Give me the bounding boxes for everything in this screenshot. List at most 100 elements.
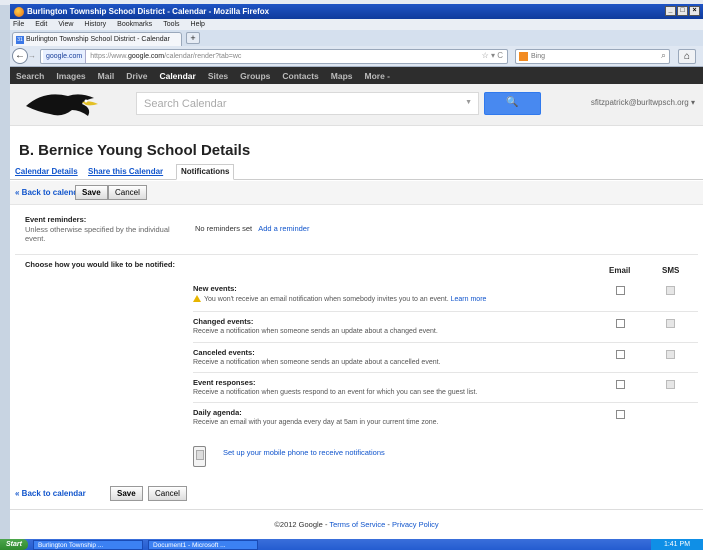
daily-agenda-email-checkbox[interactable]: [616, 410, 625, 419]
search-icon: 🔍: [506, 97, 519, 108]
tab-notifications[interactable]: Notifications: [176, 164, 235, 180]
window-title: Burlington Township School District - Ca…: [27, 7, 270, 16]
new-events-email-checkbox[interactable]: [616, 286, 625, 295]
event-desc: Receive a notification when someone send…: [193, 328, 438, 335]
browser-search-box[interactable]: Bing ⌕: [515, 49, 670, 64]
google-bar: Search Images Mail Drive Calendar Sites …: [10, 67, 703, 84]
row-divider: [193, 342, 698, 343]
back-to-calendar-link[interactable]: « Back to calendar: [15, 489, 86, 498]
tab-calendar-details[interactable]: Calendar Details: [15, 167, 78, 176]
page-footer: ©2012 Google - Terms of Service - Privac…: [10, 509, 703, 539]
canceled-events-sms-checkbox[interactable]: [666, 350, 675, 359]
gbar-groups[interactable]: Groups: [240, 71, 270, 81]
page-title: B. Bernice Young School Details: [19, 142, 251, 159]
section-divider: [15, 254, 698, 255]
sms-column-header: SMS: [662, 266, 680, 275]
windows-taskbar: Start Burlington Township ... Document1 …: [0, 539, 703, 550]
menu-history[interactable]: History: [84, 21, 106, 28]
bottom-action-row: « Back to calendar Save Cancel: [10, 482, 703, 506]
menu-bookmarks[interactable]: Bookmarks: [117, 21, 152, 28]
system-clock: 1:41 PM: [651, 539, 703, 550]
event-responses-email-checkbox[interactable]: [616, 380, 625, 389]
account-menu[interactable]: sfitzpatrick@burltwpsch.org ▾: [591, 98, 695, 107]
taskbar-item-firefox[interactable]: Burlington Township ...: [32, 539, 143, 550]
taskbar-item-word[interactable]: Document1 - Microsoft ...: [147, 539, 258, 550]
new-tab-button[interactable]: +: [186, 32, 200, 44]
top-action-row: « Back to calendar Save Cancel: [10, 181, 703, 205]
gbar-search[interactable]: Search: [16, 71, 44, 81]
details-tabs: Calendar Details Share this Calendar Not…: [10, 164, 703, 180]
start-button[interactable]: Start: [0, 539, 28, 550]
warning-icon: [193, 295, 201, 302]
event-desc: You won't receive an email notification …: [193, 295, 693, 303]
minimize-icon[interactable]: _: [665, 6, 676, 16]
footer-dash: -: [387, 520, 390, 529]
save-button[interactable]: Save: [110, 486, 143, 501]
window-titlebar[interactable]: Burlington Township School District - Ca…: [10, 4, 703, 19]
forward-arrow-icon[interactable]: →: [28, 51, 38, 61]
save-button[interactable]: Save: [75, 185, 108, 200]
learn-more-link[interactable]: Learn more: [451, 296, 487, 303]
tab-strip: 31 Burlington Township School District -…: [10, 30, 703, 46]
school-eagle-logo-icon[interactable]: [24, 88, 102, 122]
gbar-sites[interactable]: Sites: [208, 71, 228, 81]
event-reminders-label: Event reminders:: [25, 215, 87, 224]
bing-icon: [519, 52, 528, 61]
gbar-maps[interactable]: Maps: [331, 71, 353, 81]
row-divider: [193, 372, 698, 373]
menu-help[interactable]: Help: [191, 21, 205, 28]
terms-link[interactable]: Terms of Service: [329, 520, 385, 529]
notify-label: Choose how you would like to be notified…: [25, 260, 175, 269]
event-reminders-hint: Unless otherwise specified by the indivi…: [25, 225, 170, 243]
url-bar[interactable]: google.com https://www.google.com/calend…: [40, 49, 508, 64]
changed-events-email-checkbox[interactable]: [616, 319, 625, 328]
calendar-search-button[interactable]: 🔍: [484, 92, 541, 115]
browser-tab[interactable]: 31 Burlington Township School District -…: [12, 32, 182, 46]
changed-events-sms-checkbox[interactable]: [666, 319, 675, 328]
gbar-contacts[interactable]: Contacts: [282, 71, 318, 81]
tab-share-calendar[interactable]: Share this Calendar: [88, 167, 163, 176]
no-reminders-text: No reminders set: [195, 224, 253, 233]
gbar-mail[interactable]: Mail: [98, 71, 115, 81]
setup-mobile-link[interactable]: Set up your mobile phone to receive noti…: [223, 448, 385, 457]
home-icon[interactable]: ⌂: [678, 49, 696, 64]
gbar-calendar[interactable]: Calendar: [159, 71, 195, 81]
calendar-favicon-icon: 31: [16, 35, 24, 44]
bookmark-star-icon[interactable]: ☆ ▾ C: [482, 51, 503, 60]
new-events-sms-checkbox[interactable]: [666, 286, 675, 295]
privacy-link[interactable]: Privacy Policy: [392, 520, 439, 529]
main-content: B. Bernice Young School Details Calendar…: [10, 126, 703, 509]
search-engine-label: Bing: [531, 53, 546, 60]
gbar-drive[interactable]: Drive: [126, 71, 147, 81]
navigation-bar: ← → google.com https://www.google.com/ca…: [10, 46, 703, 67]
event-desc: Receive an email with your agenda every …: [193, 419, 439, 426]
close-icon[interactable]: ×: [689, 6, 700, 16]
gbar-more[interactable]: More -: [365, 71, 391, 81]
cancel-button[interactable]: Cancel: [108, 185, 147, 200]
mobile-phone-icon: [193, 446, 206, 467]
url-text[interactable]: https://www.google.com/calendar/render?t…: [90, 53, 241, 60]
row-divider: [193, 311, 698, 312]
search-icon[interactable]: ⌕: [661, 50, 666, 61]
canceled-events-email-checkbox[interactable]: [616, 350, 625, 359]
url-identity-box[interactable]: google.com: [43, 50, 87, 63]
menu-view[interactable]: View: [58, 21, 73, 28]
menu-file[interactable]: File: [13, 21, 24, 28]
calendar-header: Search Calendar ▼ 🔍 sfitzpatrick@burltwp…: [10, 84, 703, 126]
row-divider: [193, 402, 698, 403]
search-options-dropdown-icon[interactable]: ▼: [465, 99, 472, 106]
menu-edit[interactable]: Edit: [35, 21, 47, 28]
maximize-icon[interactable]: □: [677, 6, 688, 16]
cancel-button[interactable]: Cancel: [148, 486, 187, 501]
email-column-header: Email: [609, 266, 631, 275]
back-arrow-icon[interactable]: ←: [12, 48, 28, 64]
firefox-logo-icon: [14, 6, 24, 17]
event-responses-sms-checkbox[interactable]: [666, 380, 675, 389]
menu-tools[interactable]: Tools: [163, 21, 179, 28]
window-controls: _ □ ×: [665, 6, 700, 16]
gbar-images[interactable]: Images: [56, 71, 85, 81]
calendar-search-input[interactable]: Search Calendar ▼: [136, 92, 479, 115]
copyright-text: ©2012 Google -: [274, 520, 328, 529]
event-desc: Receive a notification when someone send…: [193, 359, 441, 366]
add-reminder-link[interactable]: Add a reminder: [258, 224, 309, 233]
